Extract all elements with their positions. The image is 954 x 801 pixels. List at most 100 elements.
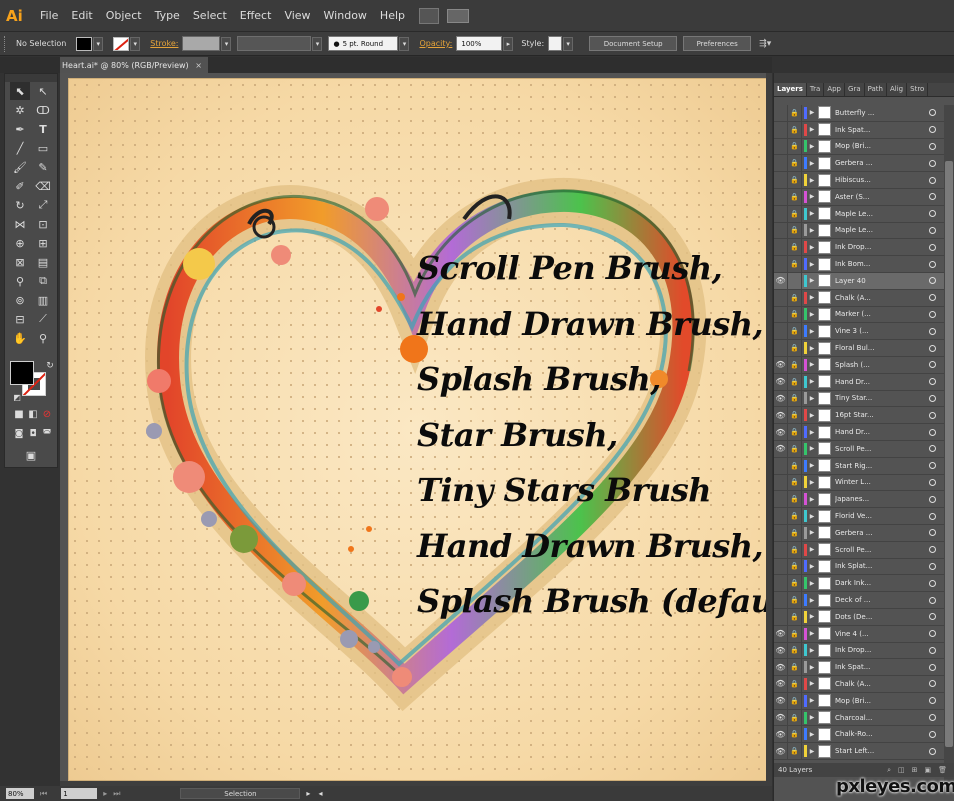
expand-arrow-icon[interactable]: ▶ — [807, 479, 817, 486]
lock-icon[interactable]: 🔒 — [788, 373, 802, 390]
status-current-tool[interactable]: Selection — [180, 788, 301, 799]
layer-name[interactable]: Marker (... — [835, 310, 899, 318]
visibility-eye-icon[interactable]: 👁 — [774, 272, 788, 289]
target-circle-icon[interactable] — [929, 714, 936, 722]
target-circle-icon[interactable] — [929, 361, 936, 369]
target-circle-icon[interactable] — [929, 176, 936, 184]
arrange-icon[interactable]: ⇶▾ — [759, 39, 771, 49]
layer-name[interactable]: Gerbera ... — [835, 529, 899, 537]
visibility-eye-icon[interactable] — [774, 592, 788, 608]
layer-row[interactable]: 👁 🔒 ▶ Charcoal... — [774, 709, 944, 727]
layer-name[interactable]: Vine 3 (... — [835, 327, 899, 335]
expand-arrow-icon[interactable]: ▶ — [807, 294, 817, 301]
style-dropdown-icon[interactable]: ▾ — [563, 36, 574, 51]
mesh-tool-icon[interactable]: ⊠ — [10, 253, 30, 271]
visibility-eye-icon[interactable] — [774, 205, 788, 222]
slice-tool-icon[interactable]: ⟋ — [33, 310, 53, 328]
lock-icon[interactable] — [788, 272, 802, 289]
layer-name[interactable]: Hibiscus... — [835, 176, 899, 184]
expand-arrow-icon[interactable]: ▶ — [807, 160, 817, 167]
scroll-left-icon[interactable]: ◂ — [318, 789, 322, 798]
target-circle-icon[interactable] — [929, 193, 936, 201]
menu-help[interactable]: Help — [380, 9, 405, 22]
layer-row[interactable]: 🔒 ▶ Deck of ... — [774, 592, 944, 609]
layer-name[interactable]: Winter L... — [835, 478, 899, 486]
fill-color-icon[interactable] — [10, 361, 34, 385]
tab-transparency[interactable]: Tra — [807, 83, 825, 96]
lock-icon[interactable]: 🔒 — [788, 743, 802, 760]
clipping-mask-icon[interactable]: ◫ — [898, 766, 905, 775]
visibility-eye-icon[interactable] — [774, 541, 788, 558]
opacity-dropdown-icon[interactable]: ▸ — [503, 36, 514, 51]
expand-arrow-icon[interactable]: ▶ — [807, 143, 817, 150]
layer-name[interactable]: Ink Drop... — [835, 646, 899, 654]
target-circle-icon[interactable] — [929, 411, 936, 419]
layer-row[interactable]: 🔒 ▶ Dots (De... — [774, 608, 944, 626]
target-circle-icon[interactable] — [929, 243, 936, 251]
layers-panel-header[interactable] — [774, 73, 954, 83]
expand-arrow-icon[interactable]: ▶ — [807, 210, 817, 217]
layer-name[interactable]: Chalk (A... — [835, 680, 899, 688]
document-tab[interactable]: Heart.ai* @ 80% (RGB/Preview) × — [60, 57, 208, 73]
layer-name[interactable]: Ink Spat... — [835, 663, 899, 671]
lock-icon[interactable]: 🔒 — [788, 541, 802, 558]
stroke-dropdown-icon[interactable]: ▾ — [130, 36, 141, 51]
target-circle-icon[interactable] — [929, 159, 936, 167]
layer-row[interactable]: 🔒 ▶ Ink Drop... — [774, 239, 944, 257]
menu-file[interactable]: File — [40, 9, 58, 22]
visibility-eye-icon[interactable] — [774, 155, 788, 172]
layer-name[interactable]: Mop (Bri... — [835, 142, 899, 150]
visibility-eye-icon[interactable]: 👁 — [774, 625, 788, 642]
layer-name[interactable]: Start Left... — [835, 747, 899, 755]
visibility-eye-icon[interactable]: 👁 — [774, 390, 788, 407]
lock-icon[interactable]: 🔒 — [788, 726, 802, 743]
layer-name[interactable]: Butterfly ... — [835, 109, 899, 117]
rotate-tool-icon[interactable]: ↻ — [10, 196, 30, 214]
graph-tool-icon[interactable]: ▥ — [33, 291, 53, 309]
expand-arrow-icon[interactable]: ▶ — [807, 261, 817, 268]
lock-icon[interactable]: 🔒 — [788, 524, 802, 541]
target-circle-icon[interactable] — [929, 294, 936, 302]
expand-arrow-icon[interactable]: ▶ — [807, 613, 817, 620]
layer-name[interactable]: Maple Le... — [835, 226, 899, 234]
draw-inside-icon[interactable]: ◚ — [37, 425, 57, 443]
layer-row[interactable]: 🔒 ▶ Florid Ve... — [774, 508, 944, 525]
layer-name[interactable]: Deck of ... — [835, 596, 899, 604]
eraser-tool-icon[interactable]: ⌫ — [33, 177, 53, 195]
layer-name[interactable]: Aster (S... — [835, 193, 899, 201]
menu-object[interactable]: Object — [106, 9, 142, 22]
lock-icon[interactable]: 🔒 — [788, 188, 802, 205]
visibility-eye-icon[interactable] — [774, 239, 788, 256]
opacity-label[interactable]: Opacity: — [419, 39, 452, 48]
layer-row[interactable]: 👁 🔒 ▶ Tiny Star... — [774, 390, 944, 408]
expand-arrow-icon[interactable]: ▶ — [807, 748, 817, 755]
tab-stroke[interactable]: Stro — [907, 83, 929, 96]
rectangle-tool-icon[interactable]: ▭ — [33, 139, 53, 157]
expand-arrow-icon[interactable]: ▶ — [807, 647, 817, 654]
layer-row[interactable]: 🔒 ▶ Gerbera ... — [774, 155, 944, 173]
layer-row[interactable]: 🔒 ▶ Butterfly ... — [774, 105, 944, 122]
expand-arrow-icon[interactable]: ▶ — [807, 277, 817, 284]
status-menu-icon[interactable]: ▸ — [306, 789, 310, 798]
layer-row[interactable]: 🔒 ▶ Ink Bom... — [774, 256, 944, 273]
lock-icon[interactable]: 🔒 — [788, 121, 802, 138]
layer-row[interactable]: 👁 🔒 ▶ Hand Dr... — [774, 373, 944, 391]
target-circle-icon[interactable] — [929, 646, 936, 654]
lock-icon[interactable]: 🔒 — [788, 222, 802, 239]
artboard-tool-icon[interactable]: ⊟ — [10, 310, 30, 328]
layer-name[interactable]: Dark Ink... — [835, 579, 899, 587]
expand-arrow-icon[interactable]: ▶ — [807, 244, 817, 251]
target-circle-icon[interactable] — [929, 310, 936, 318]
scale-tool-icon[interactable]: ⤢ — [33, 196, 53, 214]
lock-icon[interactable]: 🔒 — [788, 172, 802, 188]
next-artboard-icon[interactable]: ▸ — [103, 789, 107, 798]
visibility-eye-icon[interactable] — [774, 222, 788, 239]
expand-arrow-icon[interactable]: ▶ — [807, 378, 817, 385]
target-circle-icon[interactable] — [929, 546, 936, 554]
target-circle-icon[interactable] — [929, 344, 936, 352]
expand-arrow-icon[interactable]: ▶ — [807, 563, 817, 570]
close-tab-icon[interactable]: × — [195, 61, 202, 70]
paintbrush-tool-icon[interactable]: 🖌 — [10, 158, 30, 176]
lock-icon[interactable]: 🔒 — [788, 205, 802, 222]
target-circle-icon[interactable] — [929, 613, 936, 621]
